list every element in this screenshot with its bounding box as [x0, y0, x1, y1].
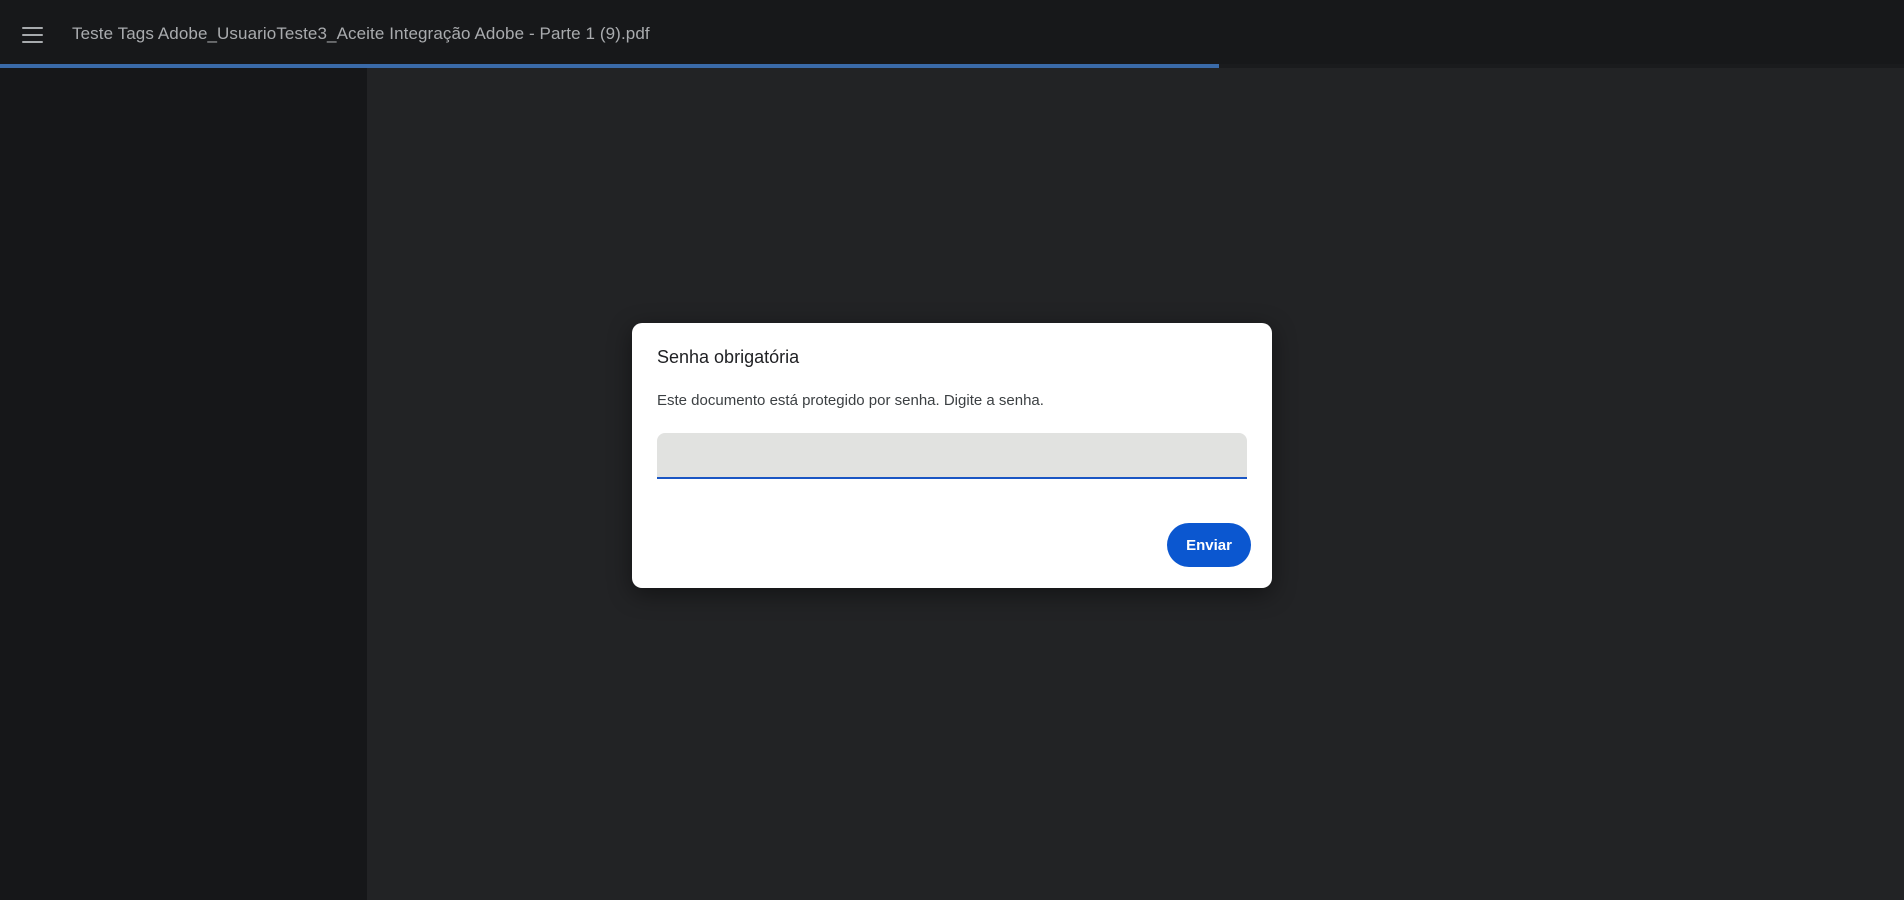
password-dialog: Senha obrigatória Este documento está pr… [632, 323, 1272, 588]
menu-bar-line [21, 27, 43, 29]
dialog-title: Senha obrigatória [657, 347, 800, 367]
document-title: Teste Tags Adobe_UsuarioTeste3_Aceite In… [72, 24, 650, 43]
password-input[interactable] [657, 433, 1247, 479]
menu-bar-line [21, 41, 43, 43]
menu-bar-line [21, 34, 43, 36]
pdf-toolbar: Teste Tags Adobe_UsuarioTeste3_Aceite In… [0, 0, 1904, 66]
hamburger-menu-icon[interactable] [18, 21, 46, 49]
submit-button[interactable]: Enviar [1167, 523, 1251, 567]
dialog-message: Este documento está protegido por senha.… [657, 392, 1044, 409]
thumbnail-sidebar [0, 68, 367, 900]
